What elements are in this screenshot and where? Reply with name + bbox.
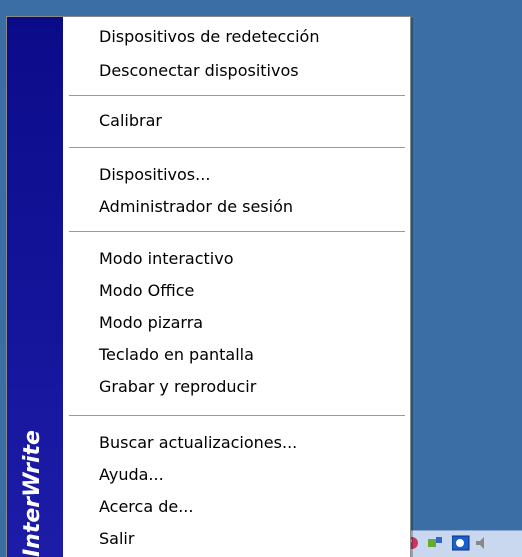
network-icon[interactable] [426, 535, 442, 551]
menu-item-whiteboard-mode[interactable]: Modo pizarra [99, 309, 203, 337]
menu-item-office-mode[interactable]: Modo Office [99, 277, 194, 305]
menu-item-about[interactable]: Acerca de... [99, 493, 193, 521]
brand-label: InterWrite [20, 430, 45, 557]
menu-item-disconnect-devices[interactable]: Desconectar dispositivos [99, 57, 299, 85]
menu-item-redetect-devices[interactable]: Dispositivos de redetección [99, 23, 319, 51]
volume-icon[interactable] [474, 535, 490, 551]
menu-separator [69, 95, 405, 97]
context-menu: InterWrite Dispositivos de redetección D… [6, 16, 411, 557]
menu-item-on-screen-keyboard[interactable]: Teclado en pantalla [99, 341, 254, 369]
menu-separator [69, 231, 405, 233]
menu-item-help[interactable]: Ayuda... [99, 461, 164, 489]
menu-item-session-manager[interactable]: Administrador de sesión [99, 193, 293, 221]
menu-item-check-updates[interactable]: Buscar actualizaciones... [99, 429, 297, 457]
menu-item-interactive-mode[interactable]: Modo interactivo [99, 245, 233, 273]
menu-item-exit[interactable]: Salir [99, 525, 134, 553]
menu-separator [69, 415, 405, 417]
menu-item-calibrate[interactable]: Calibrar [99, 107, 162, 135]
interwrite-tray-icon[interactable] [451, 535, 470, 551]
menu-separator [69, 147, 405, 149]
menu-item-devices[interactable]: Dispositivos... [99, 161, 210, 189]
menu-item-record-playback[interactable]: Grabar y reproducir [99, 373, 256, 401]
